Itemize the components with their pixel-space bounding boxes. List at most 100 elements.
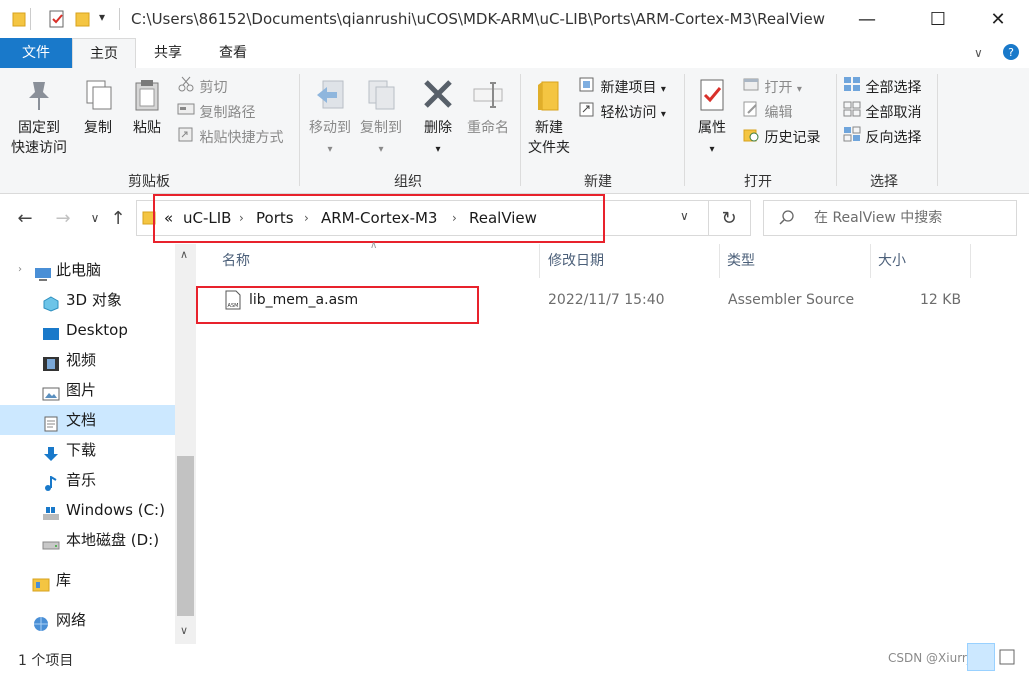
move-to-button[interactable]: 移动到 ▾	[305, 78, 355, 160]
window-title-path: C:\Users\86152\Documents\qianrushi\uCOS\…	[131, 10, 826, 28]
pin-icon	[23, 82, 55, 116]
open-button[interactable]: 打开 ▾	[742, 76, 802, 100]
new-item-button[interactable]: 新建项目 ▾	[578, 76, 666, 100]
pin-quick-access-button[interactable]: 固定到 快速访问	[6, 78, 72, 158]
column-header-type[interactable]: 类型	[727, 244, 755, 278]
ribbon: 固定到 快速访问 复制 粘贴 剪切 复制路径 粘贴快捷方式 剪贴板 移动到 ▾	[0, 68, 1029, 194]
history-icon	[742, 126, 760, 150]
column-header-modified[interactable]: 修改日期	[548, 244, 604, 278]
up-arrow-icon[interactable]: ↑	[105, 204, 131, 232]
tab-file[interactable]: 文件	[0, 38, 72, 68]
group-label-open: 打开	[744, 174, 772, 190]
properties-icon[interactable]	[48, 10, 66, 32]
paste-button[interactable]: 粘贴	[127, 78, 167, 138]
sidebar-item-videos[interactable]: 视频	[0, 345, 175, 375]
sidebar-item-documents[interactable]: 文档	[0, 405, 175, 435]
back-arrow-icon[interactable]: ←	[12, 204, 38, 232]
sidebar-item-3d-objects[interactable]: 3D 对象	[0, 285, 175, 315]
copy-path-icon	[177, 101, 195, 125]
scrollbar-thumb[interactable]	[177, 456, 194, 616]
search-input[interactable]: 在 RealView 中搜索	[814, 201, 942, 235]
details-view-icon[interactable]	[967, 643, 995, 671]
group-label-organize: 组织	[394, 174, 422, 190]
sidebar-item-libraries[interactable]: 库	[0, 565, 175, 595]
column-header-size[interactable]: 大小	[878, 244, 906, 278]
properties-icon	[695, 79, 729, 116]
select-all-button[interactable]: 全部选择	[843, 76, 921, 100]
cut-button[interactable]: 剪切	[177, 76, 227, 100]
scroll-down-chevron-icon[interactable]: ∨	[180, 624, 188, 637]
navigation-pane: › 此电脑 3D 对象 Desktop 视频 图片 文档 下载 音乐 Windo…	[0, 244, 196, 646]
sidebar-item-music[interactable]: 音乐	[0, 465, 175, 495]
tab-view[interactable]: 查看	[202, 38, 264, 68]
paste-shortcut-button[interactable]: 粘贴快捷方式	[177, 126, 283, 150]
invert-selection-button[interactable]: 反向选择	[843, 126, 921, 150]
refresh-icon[interactable]: ↻	[708, 200, 751, 236]
minimize-button[interactable]: —	[844, 0, 890, 38]
sort-ascending-icon: ∧	[370, 240, 378, 251]
sidebar-item-drive-d[interactable]: 本地磁盘 (D:)	[0, 525, 175, 555]
status-bar: 1 个项目 CSDN @Xiurr_S	[0, 643, 1029, 673]
open-icon	[742, 76, 760, 100]
tab-share[interactable]: 共享	[137, 38, 199, 68]
folder-icon	[532, 81, 566, 116]
file-modified: 2022/11/7 15:40	[548, 292, 665, 308]
copy-to-button[interactable]: 复制到 ▾	[356, 78, 406, 160]
picture-icon	[42, 382, 60, 401]
hard-drive-icon	[42, 532, 60, 550]
select-all-icon	[843, 76, 861, 100]
tab-home[interactable]: 主页	[72, 38, 136, 70]
chevron-right-icon[interactable]: ›	[18, 255, 22, 285]
sidebar-item-desktop[interactable]: Desktop	[0, 315, 175, 345]
help-icon[interactable]: ?	[1002, 43, 1020, 65]
copy-button[interactable]: 复制	[78, 78, 118, 138]
group-label-new: 新建	[584, 174, 612, 190]
close-button[interactable]: ✕	[975, 0, 1021, 38]
library-icon	[32, 572, 50, 592]
move-to-icon	[313, 80, 347, 116]
sidebar-item-drive-c[interactable]: Windows (C:)	[0, 495, 175, 525]
properties-button[interactable]: 属性 ▾	[692, 78, 732, 160]
network-globe-icon	[32, 612, 49, 631]
new-item-icon	[578, 76, 596, 100]
maximize-button[interactable]: ☐	[915, 0, 961, 38]
sidebar-item-pictures[interactable]: 图片	[0, 375, 175, 405]
group-label-select: 选择	[870, 174, 898, 190]
paste-shortcut-icon	[177, 126, 195, 150]
invert-selection-icon	[843, 126, 861, 150]
search-box[interactable]: 在 RealView 中搜索	[763, 200, 1017, 236]
sidebar-item-downloads[interactable]: 下载	[0, 435, 175, 465]
easy-access-button[interactable]: 轻松访问 ▾	[578, 101, 666, 125]
scroll-up-chevron-icon[interactable]: ∧	[180, 248, 188, 261]
folder-icon	[12, 11, 26, 31]
copy-path-button[interactable]: 复制路径	[177, 101, 255, 125]
history-button[interactable]: 历史记录	[742, 126, 820, 150]
sidebar-item-network[interactable]: 网络	[0, 605, 175, 635]
download-arrow-icon	[42, 442, 59, 461]
rename-button[interactable]: 重命名	[463, 78, 513, 138]
svg-text:?: ?	[1008, 46, 1014, 59]
scissors-icon	[177, 76, 195, 100]
windows-drive-icon	[42, 502, 59, 520]
ribbon-tabs: 文件 主页 共享 查看 ∨ ?	[0, 38, 1029, 70]
edit-button[interactable]: 编辑	[742, 101, 792, 125]
paste-icon	[131, 80, 163, 116]
qat-dropdown-icon[interactable]: ▾	[99, 10, 105, 24]
copy-icon	[82, 80, 114, 116]
collapse-ribbon-icon[interactable]: ∨	[974, 46, 983, 60]
forward-arrow-icon[interactable]: →	[50, 204, 76, 232]
select-none-button[interactable]: 全部取消	[843, 101, 921, 125]
file-type: Assembler Source	[728, 292, 855, 308]
sidebar-scrollbar[interactable]: ∧ ∨	[175, 244, 196, 644]
sidebar-item-this-pc[interactable]: › 此电脑	[0, 255, 175, 285]
new-folder-icon[interactable]	[75, 10, 91, 32]
select-none-icon	[843, 101, 861, 125]
large-icons-view-icon[interactable]	[998, 648, 1016, 666]
new-folder-button[interactable]: 新建 文件夹	[524, 78, 574, 158]
column-header-name[interactable]: 名称	[222, 244, 250, 278]
address-dropdown-chevron-icon[interactable]: ∨	[680, 209, 689, 223]
easy-access-icon	[578, 101, 596, 125]
highlight-box-address	[153, 194, 605, 243]
film-icon	[42, 352, 59, 371]
delete-button[interactable]: 删除 ▾	[418, 78, 458, 160]
